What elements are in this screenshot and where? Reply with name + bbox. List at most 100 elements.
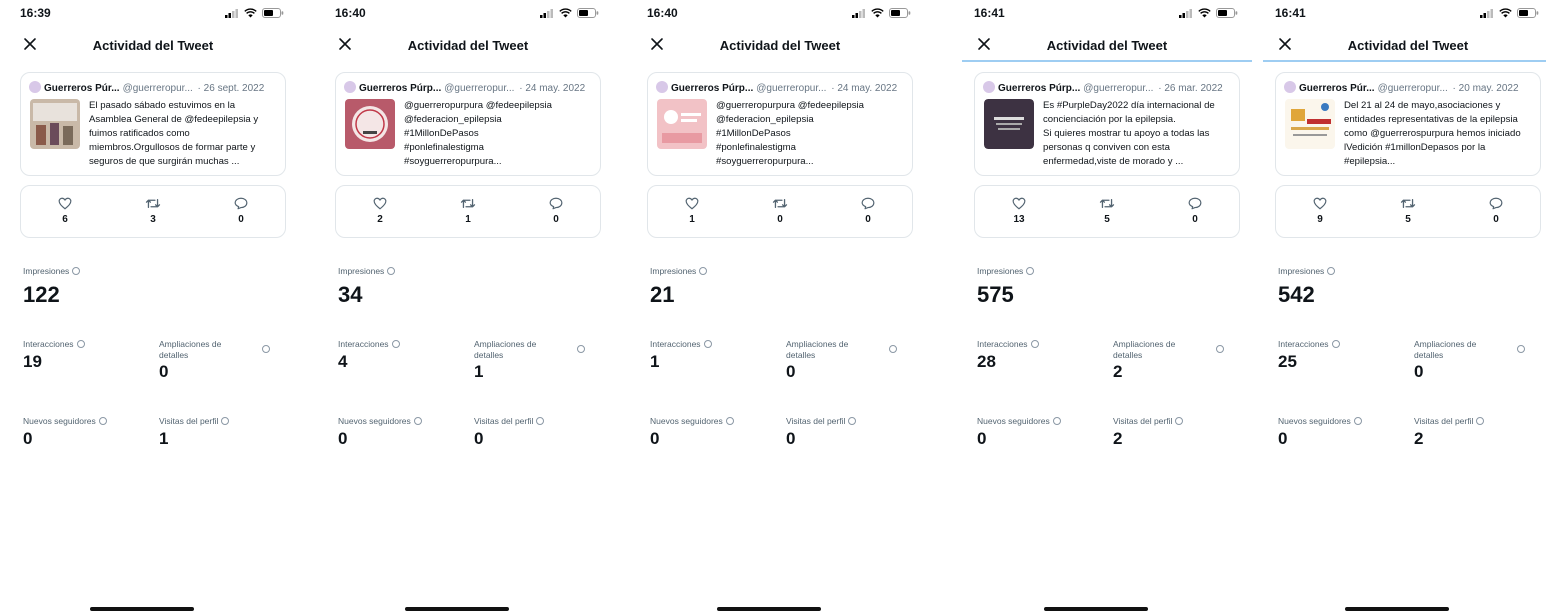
- status-time: 16:40: [647, 6, 678, 20]
- likes-stat[interactable]: 13: [999, 197, 1039, 225]
- engagement-card: 9 5 0: [1275, 185, 1541, 238]
- tweet-text: Del 21 al 24 de mayo,asociaciones y entid…: [1344, 99, 1532, 169]
- new-followers-label: Nuevos seguidores: [1278, 416, 1362, 426]
- interactions-label-text: Interacciones: [23, 339, 74, 349]
- tweet-card[interactable]: Guerreros Púr... @guerreropur... · 26 sep…: [20, 72, 286, 176]
- info-icon[interactable]: [889, 345, 897, 353]
- replies-stat[interactable]: 0: [1175, 197, 1215, 225]
- tweet-card[interactable]: Guerreros Púrp... @guerreropur... · 24 ma…: [647, 72, 913, 176]
- info-icon[interactable]: [221, 417, 230, 425]
- replies-stat[interactable]: 0: [221, 197, 261, 225]
- info-icon[interactable]: [725, 417, 734, 425]
- retweets-stat[interactable]: 3: [133, 197, 173, 225]
- tweet-text-line: El pasado sábado estuvimos en la: [89, 100, 236, 111]
- avatar: [344, 81, 356, 93]
- tweet-author-name: Guerreros Púrp...: [998, 83, 1081, 94]
- reply-icon: [221, 197, 261, 210]
- tweet-date: 24 may. 2022: [525, 83, 586, 94]
- tweet-card[interactable]: Guerreros Púr... @guerreropur... · 20 may…: [1275, 72, 1541, 176]
- retweets-stat[interactable]: 0: [760, 197, 800, 225]
- impressions-label: Impresiones: [23, 266, 81, 276]
- info-icon[interactable]: [262, 345, 270, 353]
- info-icon[interactable]: [413, 417, 422, 425]
- avatar: [656, 81, 668, 93]
- retweets-count: 5: [1405, 214, 1411, 225]
- tweet-text-line: #1MillonDePasos: [404, 128, 479, 139]
- profile-visits-value: 0: [474, 429, 484, 448]
- info-icon[interactable]: [76, 340, 85, 348]
- heart-icon: [999, 197, 1039, 210]
- header: Actividad del Tweet: [635, 30, 925, 62]
- tweet-text-line: Es #PurpleDay2022 día internacional de: [1043, 100, 1215, 111]
- info-icon[interactable]: [1175, 417, 1184, 425]
- interactions-value: 4: [338, 352, 348, 371]
- info-icon[interactable]: [1476, 417, 1485, 425]
- retweet-icon: [448, 197, 488, 210]
- tweet-author-handle: @guerreropur...: [1377, 83, 1448, 94]
- interactions-label-text: Interacciones: [338, 339, 389, 349]
- home-indicator[interactable]: [717, 607, 821, 611]
- detail-expands-value: 0: [786, 362, 796, 381]
- info-icon[interactable]: [1353, 417, 1362, 425]
- info-icon[interactable]: [699, 267, 708, 275]
- replies-stat[interactable]: 0: [1476, 197, 1516, 225]
- tweet-card[interactable]: Guerreros Púrp... @guerreropur... · 24 ma…: [335, 72, 601, 176]
- likes-stat[interactable]: 2: [360, 197, 400, 225]
- status-bar: 16:39: [8, 4, 298, 22]
- info-icon[interactable]: [1030, 340, 1039, 348]
- info-icon[interactable]: [72, 267, 81, 275]
- info-icon[interactable]: [703, 340, 712, 348]
- signal-icon: [1480, 8, 1494, 18]
- tweet-author-name: Guerreros Púr...: [44, 83, 120, 94]
- battery-icon: [1517, 8, 1539, 18]
- info-icon[interactable]: [1216, 345, 1224, 353]
- replies-stat[interactable]: 0: [536, 197, 576, 225]
- info-icon[interactable]: [536, 417, 545, 425]
- tweet-text-line: lVedición #1millonDepasos por la: [1344, 142, 1486, 153]
- tweet-text-line: personas q conviven con esta: [1043, 142, 1170, 153]
- info-icon[interactable]: [387, 267, 396, 275]
- likes-stat[interactable]: 9: [1300, 197, 1340, 225]
- retweets-stat[interactable]: 5: [1388, 197, 1428, 225]
- info-icon[interactable]: [98, 417, 107, 425]
- home-indicator[interactable]: [1345, 607, 1449, 611]
- info-icon[interactable]: [577, 345, 585, 353]
- status-bar: 16:40: [635, 4, 925, 22]
- detail-expands-label-line2: detalles: [1113, 350, 1143, 360]
- replies-stat[interactable]: 0: [848, 197, 888, 225]
- header: Actividad del Tweet: [8, 30, 298, 62]
- info-icon[interactable]: [1327, 267, 1336, 275]
- wifi-icon: [559, 8, 572, 18]
- detail-expands-label-line2: detalles: [474, 350, 504, 360]
- tweet-separator: ·: [1449, 83, 1459, 94]
- detail-expands-label: Ampliaciones de detalles: [1113, 339, 1175, 361]
- detail-expands-label-line1: Ampliaciones de: [1414, 339, 1477, 349]
- detail-expands-label-line1: Ampliaciones de: [474, 339, 537, 349]
- info-icon[interactable]: [1331, 340, 1340, 348]
- home-indicator[interactable]: [90, 607, 194, 611]
- info-icon[interactable]: [1026, 267, 1035, 275]
- info-icon[interactable]: [391, 340, 400, 348]
- home-indicator[interactable]: [1044, 607, 1148, 611]
- tweet-header: Guerreros Púrp... @guerreropur... · 24 ma…: [344, 81, 592, 97]
- info-icon[interactable]: [848, 417, 857, 425]
- retweets-stat[interactable]: 5: [1087, 197, 1127, 225]
- info-icon[interactable]: [1052, 417, 1061, 425]
- interactions-value: 25: [1278, 352, 1297, 371]
- likes-stat[interactable]: 6: [45, 197, 85, 225]
- new-followers-value: 0: [1278, 429, 1288, 448]
- new-followers-label-text: Nuevos seguidores: [1278, 416, 1351, 426]
- home-indicator[interactable]: [405, 607, 509, 611]
- tweet-card[interactable]: Guerreros Púrp... @guerreropur... · 26 ma…: [974, 72, 1240, 176]
- likes-stat[interactable]: 1: [672, 197, 712, 225]
- impressions-label: Impresiones: [977, 266, 1035, 276]
- retweets-stat[interactable]: 1: [448, 197, 488, 225]
- new-followers-label-text: Nuevos seguidores: [23, 416, 96, 426]
- info-icon[interactable]: [1517, 345, 1525, 353]
- tweet-text-line: como @guerrerospurpura hemos iniciado: [1344, 128, 1521, 139]
- detail-expands-label-line2: detalles: [1414, 350, 1444, 360]
- detail-expands-label-line2: detalles: [786, 350, 816, 360]
- tweet-header: Guerreros Púr... @guerreropur... · 26 sep…: [29, 81, 277, 97]
- detail-expands-label: Ampliaciones de detalles: [786, 339, 848, 361]
- reply-icon: [1476, 197, 1516, 210]
